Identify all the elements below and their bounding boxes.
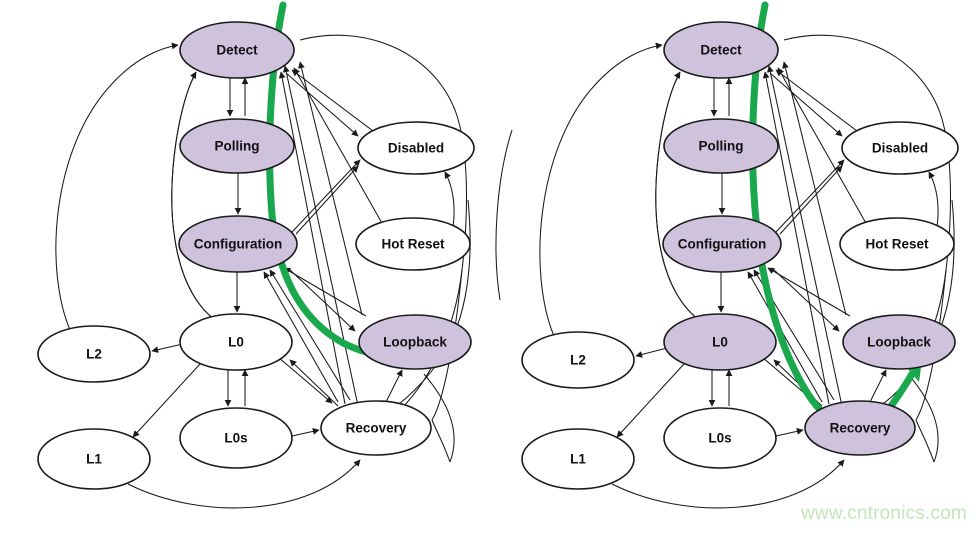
node-l0-label: L0 [228, 335, 244, 350]
node-hot-reset[interactable]: Hot Reset [355, 217, 471, 271]
edge-recovery-l0 [289, 359, 339, 407]
node-loopback[interactable]: Loopback [358, 314, 472, 370]
node-r-l1[interactable]: L1 [521, 428, 635, 490]
edge-r-loopback-bottom-loop [907, 373, 939, 463]
node-r-configuration-label: Configuration [678, 237, 766, 252]
node-l2-label: L2 [86, 347, 102, 362]
edge-l0s-recovery [291, 428, 320, 437]
node-configuration-label: Configuration [194, 237, 282, 252]
edge-r-configuration-loopback [771, 267, 840, 332]
node-r-l2-label: L2 [570, 353, 586, 368]
edge-r-far-left-arc [495, 129, 513, 301]
node-r-l0s[interactable]: L0s [663, 407, 777, 469]
node-l0[interactable]: L0 [179, 313, 293, 371]
node-r-recovery-label: Recovery [830, 421, 891, 436]
edge-r-l0s-recovery [775, 428, 804, 437]
edge-configuration-disabled [291, 159, 361, 233]
edge-l0-l2 [151, 343, 184, 353]
node-r-l0-label: L0 [712, 335, 728, 350]
node-l1[interactable]: L1 [37, 428, 151, 490]
node-recovery-label: Recovery [346, 421, 407, 436]
node-configuration[interactable]: Configuration [178, 215, 298, 273]
node-detect-label: Detect [216, 43, 258, 58]
node-r-hot-reset-label: Hot Reset [865, 237, 929, 252]
ltssm-diagram-svg: Detect Polling Configuration Disabled Ho… [37, 1, 959, 509]
edge-l0-detect-outer [171, 71, 219, 323]
edge-r-configuration-disabled [775, 159, 845, 233]
node-recovery[interactable]: Recovery [320, 400, 432, 456]
edge-r-l0-detect-outer [655, 71, 703, 323]
node-l2[interactable]: L2 [37, 325, 151, 383]
edge-r-l2-detect-far [539, 42, 663, 337]
edge-l0-recovery [277, 356, 333, 404]
node-r-detect-label: Detect [700, 43, 742, 58]
node-disabled-label: Disabled [388, 141, 444, 156]
node-r-polling[interactable]: Polling [663, 118, 779, 174]
node-r-polling-label: Polling [699, 139, 744, 154]
node-loopback-label: Loopback [383, 335, 447, 350]
edge-l2-detect-far [55, 42, 179, 331]
node-r-recovery[interactable]: Recovery [804, 400, 916, 456]
edge-r-detect-loop-left [655, 74, 703, 323]
node-l0s-label: L0s [224, 431, 247, 446]
edge-r-recovery-loopback [869, 369, 887, 403]
edge-r-loopback-configuration [767, 267, 851, 317]
node-r-loopback-label: Loopback [867, 335, 931, 350]
node-r-l0s-label: L0s [708, 431, 731, 446]
node-polling[interactable]: Polling [179, 118, 295, 174]
edge-loopback-bottom-loop [423, 373, 455, 463]
edge-detect-disabled-ret [285, 72, 359, 137]
node-r-loopback[interactable]: Loopback [842, 314, 956, 370]
edge-r-l0-l2 [635, 347, 668, 358]
node-disabled[interactable]: Disabled [357, 121, 475, 175]
node-r-detect[interactable]: Detect [663, 21, 779, 79]
right-diagram-nodes: Detect Polling Configuration Disabled Ho… [521, 21, 959, 490]
edge-r-detect-disabled-ret [769, 72, 843, 137]
node-l1-label: L1 [86, 452, 102, 467]
node-r-l0[interactable]: L0 [663, 313, 777, 371]
watermark-text: www.cntronics.com [801, 503, 967, 524]
node-r-l2[interactable]: L2 [521, 331, 635, 389]
node-r-l1-label: L1 [570, 452, 586, 467]
node-polling-label: Polling [215, 139, 260, 154]
node-detect[interactable]: Detect [179, 21, 295, 79]
node-r-disabled-label: Disabled [872, 141, 928, 156]
figure-canvas: Detect Polling Configuration Disabled Ho… [0, 0, 979, 533]
node-r-hot-reset[interactable]: Hot Reset [839, 217, 955, 271]
node-hot-reset-label: Hot Reset [381, 237, 445, 252]
left-diagram-nodes: Detect Polling Configuration Disabled Ho… [37, 21, 475, 490]
edge-recovery-loopback [385, 369, 403, 403]
node-r-configuration[interactable]: Configuration [662, 215, 782, 273]
node-r-disabled[interactable]: Disabled [841, 121, 959, 175]
node-l0s[interactable]: L0s [179, 407, 293, 469]
edge-detect-loop-left [171, 74, 219, 323]
